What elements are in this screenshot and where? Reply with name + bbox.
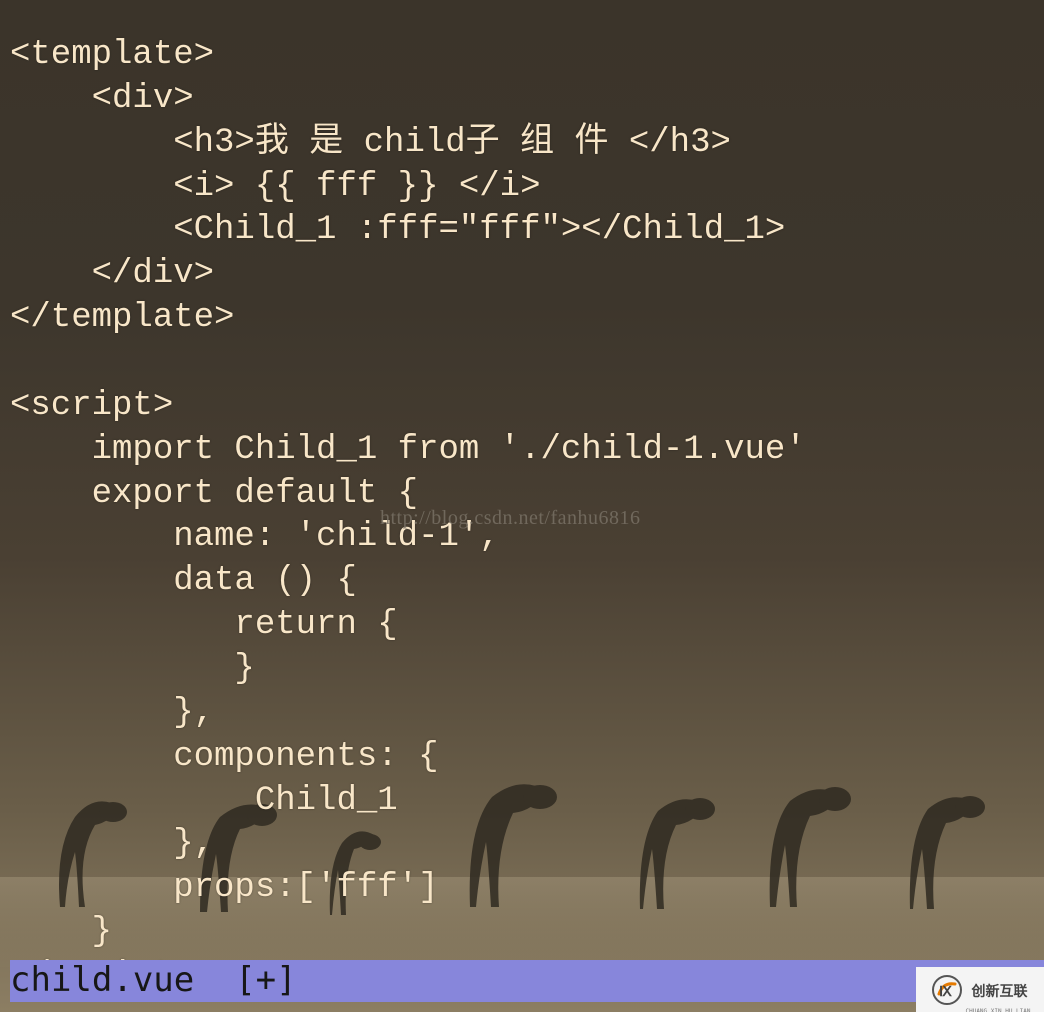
logo-icon: Ⅸ [929, 972, 965, 1008]
code-line: </template> [10, 299, 234, 337]
code-line: }, [10, 825, 214, 863]
code-line: Child_1 [10, 782, 398, 820]
code-line: <div> [10, 80, 194, 118]
code-line: import Child_1 from './child-1.vue' [10, 431, 806, 469]
code-line: <i> {{ fff }} </i> [10, 168, 541, 206]
logo-brand: 创新互联 [971, 983, 1027, 999]
code-line: components: { [10, 738, 438, 776]
watermark-url: http://blog.csdn.net/fanhu6816 [380, 506, 641, 532]
logo-subtext: CHUANG XIN HU LIAN [965, 1008, 1030, 1012]
status-modified-flag: [+] [235, 959, 296, 1003]
code-line: props:['fff'] [10, 869, 438, 907]
status-filename: child.vue [10, 959, 194, 1003]
code-line: </div> [10, 255, 214, 293]
code-line: }, [10, 694, 214, 732]
code-line: export default { [10, 475, 418, 513]
code-line: } [10, 650, 255, 688]
code-line: return { [10, 606, 398, 644]
code-line: <Child_1 :fff="fff"></Child_1> [10, 211, 785, 249]
svg-text:Ⅸ: Ⅸ [939, 984, 952, 1000]
code-line: data () { [10, 562, 357, 600]
site-logo: Ⅸ 创新互联 CHUANG XIN HU LIAN [916, 967, 1044, 1012]
code-line: <script> [10, 387, 173, 425]
code-line: <h3>我 是 child子 组 件 </h3> [10, 124, 731, 162]
code-line: <template> [10, 36, 214, 74]
code-line: } [10, 913, 112, 951]
status-bar: child.vue [+] [10, 960, 1044, 1002]
